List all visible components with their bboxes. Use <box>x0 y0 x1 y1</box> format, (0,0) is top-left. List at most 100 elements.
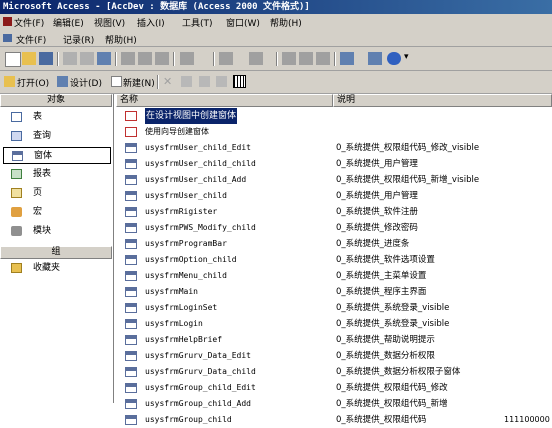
form-icon <box>125 351 137 361</box>
small-icons-icon[interactable] <box>199 76 210 87</box>
form-icon <box>125 399 137 409</box>
form-icon <box>125 175 137 185</box>
menu-tools[interactable]: 工具(T) <box>182 16 213 29</box>
large-icons-icon[interactable] <box>181 76 192 87</box>
menu-view[interactable]: 视图(V) <box>94 16 125 29</box>
row-name: usysfrmMain <box>145 287 198 296</box>
properties-icon[interactable] <box>299 52 313 65</box>
app-icon[interactable] <box>3 17 12 26</box>
menu2-file[interactable]: 文件(F) <box>16 33 46 46</box>
form-shortcut-icon <box>125 111 137 121</box>
new-object-icon[interactable] <box>340 52 354 65</box>
table-row[interactable]: usysfrmGrurv_Data_child 0_系统提供_数据分析权限子窗体 <box>116 364 552 380</box>
table-row[interactable]: usysfrmMain 0_系统提供_程序主界面 <box>116 284 552 300</box>
table-row[interactable]: usysfrmLoginSet 0_系统提供_系统登录_visible <box>116 300 552 316</box>
open-icon <box>4 76 15 87</box>
copy-icon[interactable] <box>138 52 152 65</box>
undo-icon[interactable] <box>180 52 194 65</box>
toolbar-separator <box>213 52 215 66</box>
menu-insert[interactable]: 插入(I) <box>137 16 165 29</box>
objects-header[interactable]: 对象 <box>0 94 112 107</box>
toolbar-separator <box>334 52 336 66</box>
relationships-icon[interactable] <box>316 52 330 65</box>
form-icon <box>125 335 137 345</box>
row-description: 0_系统提供_程序主界面 <box>336 287 427 297</box>
form-icon <box>125 287 137 297</box>
print-icon[interactable] <box>63 52 77 65</box>
menu2-help[interactable]: 帮助(H) <box>105 33 137 46</box>
database-window-icon[interactable] <box>368 52 382 65</box>
groups-header[interactable]: 组 <box>0 246 112 259</box>
open-icon[interactable] <box>22 52 36 65</box>
form-icon <box>125 367 137 377</box>
sidebar-item-tables[interactable]: 表 <box>3 109 111 126</box>
design-button[interactable]: 设计(D) <box>70 76 102 89</box>
row-description: 0_系统提供_数据分析权限子窗体 <box>336 367 461 377</box>
save-icon[interactable] <box>39 52 53 65</box>
menu2-records[interactable]: 记录(R) <box>63 33 94 46</box>
menu-edit[interactable]: 编辑(E) <box>53 16 84 29</box>
new-icon[interactable] <box>5 52 21 67</box>
sidebar-item-forms[interactable]: 窗体 <box>3 147 111 164</box>
new-button[interactable]: 新建(N) <box>123 76 155 89</box>
shortcut-row[interactable]: 使用向导创建窗体 <box>116 124 552 140</box>
details-view-icon[interactable] <box>233 75 246 88</box>
table-row[interactable]: usysfrmGroup_child 0_系统提供_权限组代码 111100000 <box>116 412 552 428</box>
list-view-icon[interactable] <box>216 76 227 87</box>
form-icon <box>125 207 137 217</box>
paste-icon[interactable] <box>155 52 169 65</box>
spelling-icon[interactable] <box>97 52 111 65</box>
row-description: 0_系统提供_用户管理 <box>336 159 418 169</box>
toolbar-separator <box>173 52 175 66</box>
table-row[interactable]: usysfrmRigister 0_系统提供_软件注册 <box>116 204 552 220</box>
toolbar-options-icon[interactable]: ▾ <box>404 52 418 65</box>
row-extra: 111100000 <box>504 415 550 424</box>
table-row[interactable]: usysfrmHelpBrief 0_系统提供_帮助说明提示 <box>116 332 552 348</box>
column-header-name[interactable]: 名称 <box>116 94 333 107</box>
table-row[interactable]: usysfrmOption_child 0_系统提供_软件选项设置 <box>116 252 552 268</box>
table-row[interactable]: usysfrmProgramBar 0_系统提供_进度条 <box>116 236 552 252</box>
menu-help[interactable]: 帮助(H) <box>270 16 302 29</box>
sidebar-item-favorites[interactable]: 收藏夹 <box>3 260 111 277</box>
table-row[interactable]: usysfrmPWS_Modify_child 0_系统提供_修改密码 <box>116 220 552 236</box>
sidebar-item-macros[interactable]: 宏 <box>3 204 111 221</box>
main-toolbar: ▾ <box>0 47 552 71</box>
table-row[interactable]: usysfrmUser_child_Add 0_系统提供_权限组代码_新增_vis… <box>116 172 552 188</box>
row-description: 0_系统提供_用户管理 <box>336 191 418 201</box>
delete-icon[interactable]: ✕ <box>163 75 172 88</box>
row-name: usysfrmLoginSet <box>145 303 218 312</box>
table-row[interactable]: usysfrmLogin 0_系统提供_系统登录_visible <box>116 316 552 332</box>
sidebar-item-reports[interactable]: 报表 <box>3 166 111 183</box>
row-description: 0_系统提供_系统登录_visible <box>336 303 450 313</box>
form-icon <box>125 319 137 329</box>
shortcut-row[interactable]: 在设计视图中创建窗体 <box>116 108 552 124</box>
form-shortcut-icon <box>125 127 137 137</box>
analyze-icon[interactable] <box>249 52 263 65</box>
table-row[interactable]: usysfrmUser_child_child 0_系统提供_用户管理 <box>116 156 552 172</box>
column-header-description[interactable]: 说明 <box>333 94 552 107</box>
table-row[interactable]: usysfrmMenu_child 0_系统提供_主菜单设置 <box>116 268 552 284</box>
form-icon <box>125 223 137 233</box>
print-preview-icon[interactable] <box>80 52 94 65</box>
menu-file[interactable]: 文件(F) <box>14 16 44 29</box>
table-row[interactable]: usysfrmUser_child 0_系统提供_用户管理 <box>116 188 552 204</box>
help-icon[interactable] <box>387 52 401 65</box>
sidebar-item-label: 查询 <box>33 131 52 141</box>
open-button[interactable]: 打开(O) <box>17 76 49 89</box>
cut-icon[interactable] <box>121 52 135 65</box>
menu-window[interactable]: 窗口(W) <box>226 16 260 29</box>
design-icon <box>57 76 68 87</box>
form-icon <box>125 303 137 313</box>
office-links-icon[interactable] <box>219 52 233 65</box>
toolbar-separator <box>157 75 159 89</box>
sidebar-item-queries[interactable]: 查询 <box>3 128 111 145</box>
sidebar-item-modules[interactable]: 模块 <box>3 223 111 240</box>
table-row[interactable]: usysfrmGroup_child_Add 0_系统提供_权限组代码_新增 <box>116 396 552 412</box>
row-name: usysfrmPWS_Modify_child <box>145 223 256 232</box>
table-row[interactable]: usysfrmGroup_child_Edit 0_系统提供_权限组代码_修改 <box>116 380 552 396</box>
sidebar-item-pages[interactable]: 页 <box>3 185 111 202</box>
table-row[interactable]: usysfrmGrurv_Data_Edit 0_系统提供_数据分析权限 <box>116 348 552 364</box>
row-description: 0_系统提供_权限组代码_新增 <box>336 399 448 409</box>
table-row[interactable]: usysfrmUser_child_Edit 0_系统提供_权限组代码_修改_vi… <box>116 140 552 156</box>
code-icon[interactable] <box>282 52 296 65</box>
